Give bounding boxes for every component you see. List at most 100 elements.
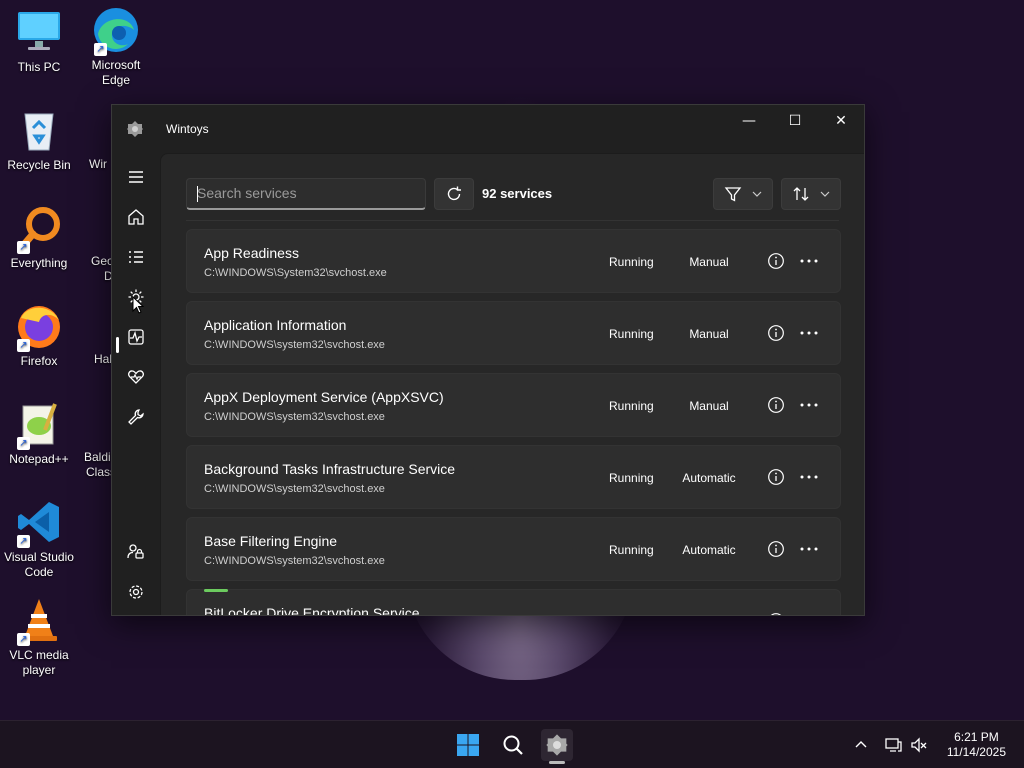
menu-icon[interactable] <box>118 161 154 193</box>
more-options-icon[interactable] <box>798 252 820 270</box>
performance-icon[interactable] <box>118 321 154 353</box>
refresh-button[interactable] <box>434 178 474 210</box>
desktop-icon-vlc[interactable]: ↗ VLC media player <box>0 596 79 678</box>
sort-icon <box>793 187 809 201</box>
text-caret <box>197 186 198 202</box>
clock-date: 11/14/2025 <box>946 745 1006 759</box>
info-icon[interactable] <box>767 468 785 486</box>
chevron-down-icon <box>820 191 830 197</box>
monitor-icon <box>15 8 63 56</box>
service-startup-type: Manual <box>689 399 729 413</box>
service-path: C:\WINDOWS\system32\svchost.exe <box>204 483 385 495</box>
show-hidden-icons-chevron-icon[interactable] <box>851 735 871 755</box>
title-bar[interactable]: Wintoys — ☐ ✕ <box>112 105 864 153</box>
desktop-icon-label: Visual Studio Code <box>4 550 74 579</box>
taskbar-wintoys-button[interactable] <box>541 729 573 761</box>
shortcut-arrow-icon: ↗ <box>17 437 30 450</box>
info-icon[interactable] <box>767 396 785 414</box>
desktop-icon-recycle-bin[interactable]: Recycle Bin <box>0 106 79 173</box>
toolbar-divider <box>186 220 839 221</box>
start-button[interactable] <box>452 729 484 761</box>
desktop-icon-edge[interactable]: ↗ Microsoft Edge <box>76 6 156 88</box>
network-icon[interactable] <box>883 735 903 755</box>
desktop-icon-everything[interactable]: ↗ Everything <box>0 204 79 271</box>
volume-muted-icon[interactable] <box>909 735 929 755</box>
desktop-icon-partial[interactable]: Baldi' <box>84 450 113 465</box>
firefox-icon: ↗ <box>15 302 63 352</box>
sort-button[interactable] <box>781 178 841 210</box>
service-startup-type: Automatic <box>682 543 736 557</box>
tools-wrench-icon[interactable] <box>118 401 154 433</box>
service-row[interactable]: App Readiness C:\WINDOWS\System32\svchos… <box>186 229 841 293</box>
vscode-icon: ↗ <box>15 498 63 548</box>
desktop-icon-label: Everything <box>10 256 68 270</box>
window-title: Wintoys <box>166 122 209 136</box>
desktop-icon-label: Recycle Bin <box>7 158 71 172</box>
shortcut-arrow-icon: ↗ <box>17 339 30 352</box>
service-status: Running <box>609 471 654 485</box>
service-name: BitLocker Drive Encryption Service <box>204 605 420 615</box>
service-startup-type: Manual <box>689 255 729 269</box>
service-status: Running <box>609 255 654 269</box>
info-icon[interactable] <box>767 612 785 615</box>
service-name: App Readiness <box>204 245 299 261</box>
more-options-icon[interactable] <box>798 324 820 342</box>
desktop-icon-label: Notepad++ <box>9 452 69 466</box>
window-controls: — ☐ ✕ <box>726 105 864 137</box>
service-row[interactable]: Background Tasks Infrastructure Service … <box>186 445 841 509</box>
loading-indicator <box>204 589 228 592</box>
info-icon[interactable] <box>767 252 785 270</box>
info-icon[interactable] <box>767 324 785 342</box>
service-status: Running <box>609 543 654 557</box>
service-name: Base Filtering Engine <box>204 533 338 549</box>
service-row[interactable]: Base Filtering Engine C:\WINDOWS\system3… <box>186 517 841 581</box>
vlc-icon: ↗ <box>15 596 63 646</box>
desktop-icon-label: This PC <box>17 60 61 74</box>
desktop-icon-partial[interactable]: Hal <box>94 352 112 367</box>
more-options-icon[interactable] <box>798 396 820 414</box>
shortcut-arrow-icon: ↗ <box>17 535 30 548</box>
desktop-icon-notepad-plus-plus[interactable]: ↗ Notepad++ <box>0 400 79 467</box>
desktop-icon-vscode[interactable]: ↗ Visual Studio Code <box>0 498 79 580</box>
more-options-icon[interactable] <box>798 540 820 558</box>
wintoys-window: Wintoys — ☐ ✕ Search services 92 service… <box>111 104 865 616</box>
service-row[interactable]: AppX Deployment Service (AppXSVC) C:\WIN… <box>186 373 841 437</box>
shortcut-arrow-icon: ↗ <box>17 633 30 646</box>
service-row[interactable]: BitLocker Drive Encryption Service <box>186 589 841 615</box>
close-button[interactable]: ✕ <box>818 105 864 137</box>
system-clock[interactable]: 6:21 PM 11/14/2025 <box>947 730 1006 760</box>
chevron-down-icon <box>752 191 762 197</box>
info-icon[interactable] <box>767 540 785 558</box>
account-icon[interactable] <box>118 536 154 568</box>
desktop-icon-partial[interactable]: Wir <box>89 157 107 172</box>
filter-icon <box>724 187 742 202</box>
search-button[interactable] <box>497 729 529 761</box>
clock-time: 6:21 PM <box>954 730 999 744</box>
minimize-button[interactable]: — <box>726 105 772 137</box>
search-input[interactable]: Search services <box>186 178 426 210</box>
service-path: C:\WINDOWS\system32\svchost.exe <box>204 411 385 423</box>
active-app-indicator <box>549 761 565 764</box>
navigation-rail <box>112 153 160 615</box>
service-name: AppX Deployment Service (AppXSVC) <box>204 389 444 405</box>
health-icon[interactable] <box>118 361 154 393</box>
home-icon[interactable] <box>118 201 154 233</box>
maximize-button[interactable]: ☐ <box>772 105 818 137</box>
service-path: C:\WINDOWS\System32\svchost.exe <box>204 267 387 279</box>
windows-logo-icon <box>457 734 479 756</box>
desktop-icon-this-pc[interactable]: This PC <box>0 8 79 75</box>
desktop-icon-label: VLC media player <box>9 648 69 677</box>
search-icon <box>503 735 523 755</box>
list-icon[interactable] <box>118 241 154 273</box>
settings-icon[interactable] <box>118 576 154 608</box>
service-startup-type: Manual <box>689 327 729 341</box>
services-list: App Readiness C:\WINDOWS\System32\svchos… <box>186 229 841 615</box>
more-options-icon[interactable] <box>798 468 820 486</box>
desktop-icon-firefox[interactable]: ↗ Firefox <box>0 302 79 369</box>
service-row[interactable]: Application Information C:\WINDOWS\syste… <box>186 301 841 365</box>
wintoys-logo-icon <box>126 120 144 138</box>
edge-icon: ↗ <box>92 6 140 56</box>
filter-button[interactable] <box>713 178 773 210</box>
mouse-cursor-icon <box>132 296 144 314</box>
service-startup-type: Automatic <box>682 471 736 485</box>
